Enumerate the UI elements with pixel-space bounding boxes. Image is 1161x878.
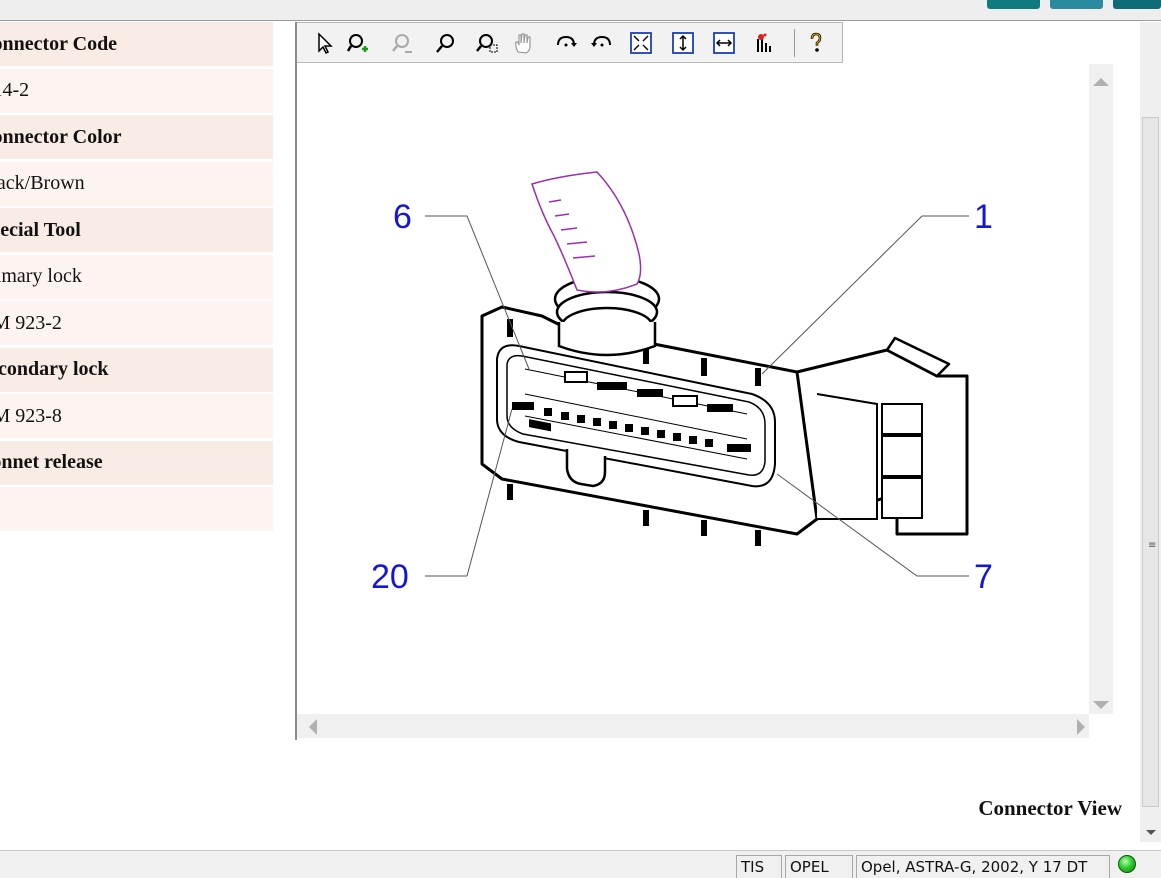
pan-hand-icon <box>515 33 531 54</box>
help-button[interactable] <box>802 28 830 58</box>
info-value-row: Primary lock <box>0 254 273 299</box>
top-strip <box>0 0 1161 21</box>
callout-1: 1 <box>974 198 993 236</box>
rotate-cw-icon <box>557 35 577 47</box>
info-row-text: X14-2 <box>0 79 30 101</box>
zoom-in-button[interactable] <box>344 28 372 58</box>
select-tool-icon <box>318 32 333 55</box>
cable <box>531 171 642 293</box>
status-bar: TIS OPEL Opel, ASTRA-G, 2002, Y 17 DT <box>0 850 1161 878</box>
callout-7: 7 <box>974 558 993 596</box>
zoom-area-button[interactable] <box>473 28 501 58</box>
info-row-text: Bonnet release <box>0 451 103 473</box>
status-vehicle: Opel, ASTRA-G, 2002, Y 17 DT <box>856 855 1110 878</box>
highlight-button[interactable] <box>750 28 778 58</box>
pan-hand-button[interactable] <box>509 28 537 58</box>
scroll-left-arrow[interactable] <box>309 719 317 735</box>
callout-6: 6 <box>393 198 412 236</box>
info-value-row <box>0 487 273 531</box>
status-app: TIS <box>736 855 782 878</box>
connector-drawing: 6 1 20 7 <box>371 171 993 596</box>
zoom-area-icon <box>476 34 498 53</box>
info-header-row: Special Tool <box>0 208 273 252</box>
help-icon <box>810 32 822 52</box>
highlight-icon <box>757 33 771 52</box>
info-row-text: Connector Color <box>0 125 122 148</box>
info-row-text: Secondary lock <box>0 358 109 380</box>
window-button-2[interactable] <box>1050 0 1103 9</box>
scroll-right-arrow[interactable] <box>1077 719 1085 735</box>
fit-width-icon <box>713 32 735 54</box>
info-row-text: KM 923-2 <box>0 311 62 334</box>
fit-height-icon <box>672 32 694 54</box>
drawing-canvas[interactable]: 6 1 20 7 <box>297 64 1089 714</box>
connector-view-caption: Connector View <box>978 796 1122 820</box>
fit-height-button[interactable] <box>669 28 697 58</box>
info-row-text: Black/Brown <box>0 172 85 194</box>
info-value-row: X14-2 <box>0 68 273 113</box>
scroll-down-arrow[interactable] <box>1093 701 1109 709</box>
info-header-row: Bonnet release <box>0 440 273 485</box>
viewer-horizontal-scrollbar[interactable] <box>297 714 1089 738</box>
info-header-row: Connector Color <box>0 115 273 159</box>
info-row-text: Connector Code <box>0 32 118 55</box>
scroll-up-arrow[interactable] <box>1093 78 1109 86</box>
fit-all-button[interactable] <box>627 28 655 58</box>
zoom-in-icon <box>346 34 368 52</box>
connector-info-table: Connector Code X14-2 Connector Color Black/… <box>0 22 273 534</box>
connection-status-icon <box>1118 855 1136 873</box>
fit-all-icon <box>630 32 652 54</box>
info-header-row: Secondary lock <box>0 347 273 392</box>
zoom-out-icon <box>392 34 412 53</box>
info-row-text: Primary lock <box>0 265 82 287</box>
page-vertical-scrollbar[interactable]: ≡ <box>1140 22 1161 842</box>
info-row-text: Special Tool <box>0 218 81 241</box>
info-value-row: Black/Brown <box>0 161 273 206</box>
window-button-3[interactable] <box>1113 0 1161 9</box>
grip-icon: ≡ <box>1148 540 1157 551</box>
info-value-row: KM 923-8 <box>0 394 273 438</box>
info-value-row: KM 923-2 <box>0 301 273 345</box>
window-button-1[interactable] <box>987 0 1040 9</box>
zoom-icon <box>436 34 454 53</box>
fit-width-button[interactable] <box>710 28 738 58</box>
side-slots <box>816 393 923 520</box>
connector-viewer: 6 1 20 7 <box>295 22 1117 740</box>
toolbar-separator <box>794 29 795 57</box>
app-window: Connector Code X14-2 Connector Color Black/… <box>0 0 1161 878</box>
callout-20: 20 <box>371 558 409 596</box>
info-row-text: KM 923-8 <box>0 404 62 427</box>
info-header-row: Connector Code <box>0 22 273 66</box>
viewer-vertical-scrollbar[interactable] <box>1089 64 1113 714</box>
zoom-button[interactable] <box>432 28 460 58</box>
status-brand: OPEL <box>785 855 853 878</box>
rotate-ccw-button[interactable] <box>588 28 616 58</box>
viewer-toolbar <box>297 22 843 63</box>
rotate-cw-button[interactable] <box>552 28 580 58</box>
select-tool-button[interactable] <box>311 28 339 58</box>
page-scroll-thumb[interactable]: ≡ <box>1142 117 1159 807</box>
rotate-ccw-icon <box>591 35 611 47</box>
zoom-out-button[interactable] <box>388 28 416 58</box>
page-scroll-down-arrow[interactable] <box>1146 830 1156 835</box>
